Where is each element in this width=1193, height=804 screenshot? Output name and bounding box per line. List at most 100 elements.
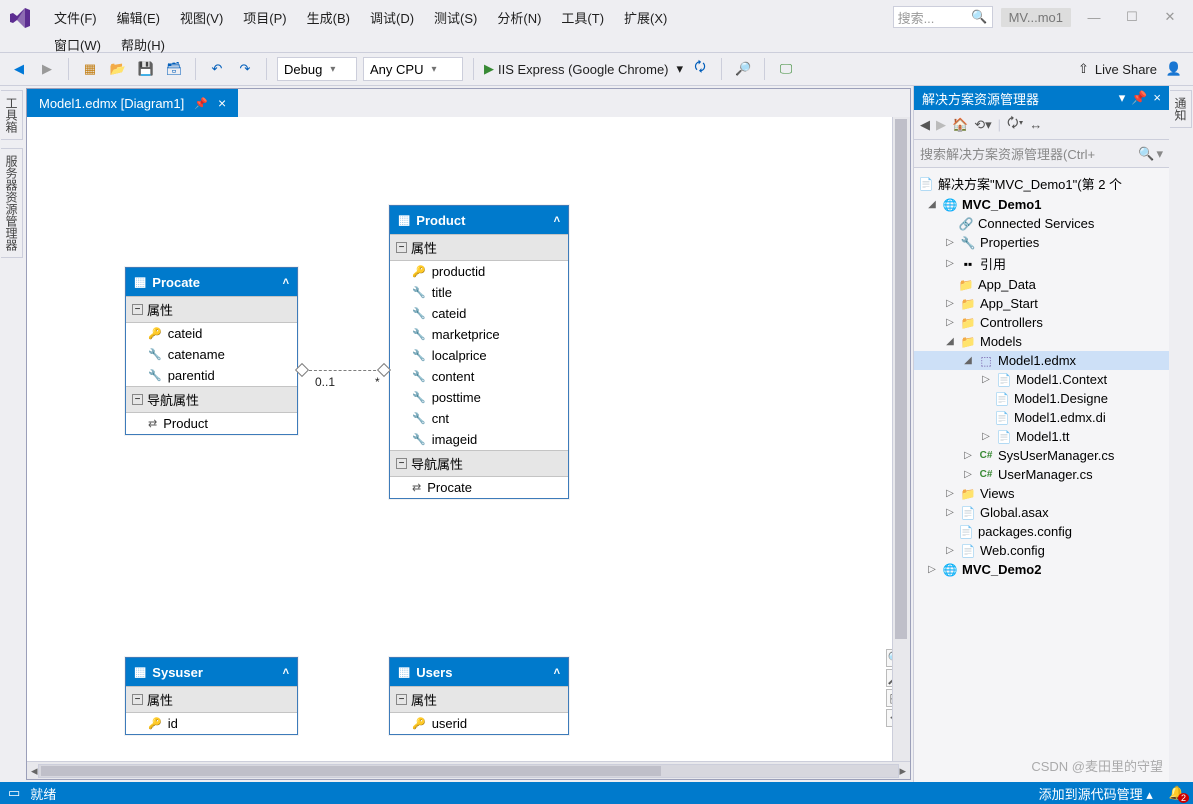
tree-solution-root[interactable]: 📄解决方案"MVC_Demo1"(第 2 个 [914, 172, 1169, 195]
entity-product[interactable]: ▦Product˄ −属性 🔑productid 🔧title 🔧cateid … [389, 205, 569, 499]
entity-users[interactable]: ▦Users˄ −属性 🔑userid [389, 657, 569, 735]
solution-tree[interactable]: 📄解决方案"MVC_Demo1"(第 2 个 ◢🌐MVC_Demo1 🔗Conn… [914, 168, 1169, 782]
toggle-icon[interactable]: − [132, 694, 143, 705]
display-button[interactable]: 🖵 [775, 58, 797, 80]
toggle-icon[interactable]: − [396, 242, 407, 253]
tree-views[interactable]: ▷📁Views [914, 484, 1169, 503]
diagram-canvas[interactable]: ▦Procate˄ −属性 🔑cateid 🔧catename 🔧parenti… [27, 117, 910, 761]
menu-view[interactable]: 视图(V) [170, 4, 233, 31]
nav-forward-button[interactable]: ▶ [36, 58, 58, 80]
tree-sysusermanager[interactable]: ▷C#SysUserManager.cs [914, 446, 1169, 465]
pin-icon[interactable]: 📌 [194, 97, 208, 110]
menu-extensions[interactable]: 扩展(X) [614, 4, 677, 31]
close-icon[interactable]: × [1153, 90, 1161, 106]
live-share-button[interactable]: ⇧Live Share [1078, 61, 1157, 77]
notifications-tab[interactable]: 通知 [1170, 90, 1192, 128]
tree-properties[interactable]: ▷🔧Properties [914, 233, 1169, 252]
dropdown-icon[interactable]: ▾ [1119, 90, 1126, 106]
prop-name: productid [432, 264, 485, 279]
tree-packages-config[interactable]: 📄packages.config [914, 522, 1169, 541]
undo-button[interactable]: ↶ [206, 58, 228, 80]
tab-close-icon[interactable]: × [218, 95, 226, 111]
tree-models[interactable]: ◢📁Models [914, 332, 1169, 351]
toggle-icon[interactable]: − [396, 694, 407, 705]
tree-label: SysUserManager.cs [998, 448, 1114, 463]
menu-edit[interactable]: 编辑(E) [107, 4, 170, 31]
source-control-status[interactable]: 添加到源代码管理 ▴ [1039, 784, 1153, 803]
entity-procate[interactable]: ▦Procate˄ −属性 🔑cateid 🔧catename 🔧parenti… [125, 267, 298, 435]
forward-button[interactable]: ▶ [936, 117, 946, 133]
panel-header[interactable]: 解决方案资源管理器 ▾📌× [914, 86, 1169, 110]
tree-label: Properties [980, 235, 1039, 250]
entity-sysuser[interactable]: ▦Sysuser˄ −属性 🔑id [125, 657, 298, 735]
tree-model1-diagram[interactable]: 📄Model1.edmx.di [914, 408, 1169, 427]
tree-appdata[interactable]: 📁App_Data [914, 275, 1169, 294]
minimize-button[interactable]: — [1079, 10, 1109, 25]
horizontal-scrollbar[interactable]: ◂▸ [27, 761, 910, 779]
server-explorer-tab[interactable]: 服务器资源管理器 [1, 148, 23, 258]
tree-appstart[interactable]: ▷📁App_Start [914, 294, 1169, 313]
association-line[interactable] [309, 370, 381, 371]
menu-tools[interactable]: 工具(T) [551, 4, 614, 31]
tree-model1-tt[interactable]: ▷📄Model1.tt [914, 427, 1169, 446]
collapse-icon[interactable]: ˄ [554, 666, 560, 678]
tree-project-1[interactable]: ◢🌐MVC_Demo1 [914, 195, 1169, 214]
tree-model1-context[interactable]: ▷📄Model1.Context [914, 370, 1169, 389]
home-button[interactable]: 🏠 [952, 117, 968, 133]
tree-usermanager[interactable]: ▷C#UserManager.cs [914, 465, 1169, 484]
refresh-button[interactable]: 🗘▾ [1007, 114, 1023, 136]
menu-project[interactable]: 项目(P) [233, 4, 296, 31]
collapse-icon[interactable]: ˄ [283, 276, 289, 288]
tree-web-config[interactable]: ▷📄Web.config [914, 541, 1169, 560]
tree-model1-designer[interactable]: 📄Model1.Designe [914, 389, 1169, 408]
collapse-icon[interactable]: ˄ [554, 214, 560, 226]
close-button[interactable]: ✕ [1155, 9, 1185, 25]
tree-label: MVC_Demo1 [962, 197, 1041, 212]
platform-value: Any CPU [370, 62, 423, 77]
quick-search[interactable]: 搜索...🔍 [893, 6, 993, 28]
tree-connected-services[interactable]: 🔗Connected Services [914, 214, 1169, 233]
toolbox-tab[interactable]: 工具箱 [1, 90, 23, 140]
menu-file[interactable]: 文件(F) [44, 4, 107, 31]
document-tab-model1[interactable]: Model1.edmx [Diagram1] 📌 × [27, 89, 238, 117]
vertical-scrollbar[interactable] [892, 117, 910, 761]
collapse-all-button[interactable]: ↔ [1029, 117, 1042, 132]
sync-button[interactable]: ⟲▾ [974, 117, 991, 133]
toggle-icon[interactable]: − [396, 458, 407, 469]
menu-help[interactable]: 帮助(H) [111, 31, 175, 58]
new-project-button[interactable]: ▦ [79, 58, 101, 80]
menu-test[interactable]: 测试(S) [424, 4, 487, 31]
notification-badge[interactable]: 🔔2 [1169, 785, 1185, 801]
menu-analyze[interactable]: 分析(N) [487, 4, 551, 31]
tree-global-asax[interactable]: ▷📄Global.asax [914, 503, 1169, 522]
back-button[interactable]: ◀ [920, 117, 930, 133]
nav-back-button[interactable]: ◀ [8, 58, 30, 80]
tree-model1-edmx[interactable]: ◢⬚Model1.edmx [914, 351, 1169, 370]
account-button[interactable]: 👤 [1163, 58, 1185, 80]
entity-icon: ▦ [398, 212, 410, 228]
save-all-button[interactable]: 🗃 [163, 58, 185, 80]
solution-search[interactable]: 搜索解决方案资源管理器(Ctrl+ 🔍▾ [914, 140, 1169, 168]
configuration-selector[interactable]: Debug▾ [277, 57, 357, 81]
collapse-icon[interactable]: ˄ [283, 666, 289, 678]
redo-button[interactable]: ↷ [234, 58, 256, 80]
save-button[interactable]: 💾 [135, 58, 157, 80]
tree-project-2[interactable]: ▷🌐MVC_Demo2 [914, 560, 1169, 579]
start-debugging-button[interactable]: ▶IIS Express (Google Chrome)▾ [484, 61, 683, 77]
key-icon: 🔑 [148, 717, 162, 730]
menu-build[interactable]: 生成(B) [297, 4, 360, 31]
tree-references[interactable]: ▷▪▪引用 [914, 252, 1169, 275]
find-button[interactable]: 🔎 [732, 58, 754, 80]
toggle-icon[interactable]: − [132, 304, 143, 315]
tree-label: 引用 [980, 254, 1006, 273]
window-icon: ▭ [8, 785, 20, 801]
menu-debug[interactable]: 调试(D) [360, 4, 424, 31]
menu-window[interactable]: 窗口(W) [44, 31, 111, 58]
tree-controllers[interactable]: ▷📁Controllers [914, 313, 1169, 332]
pin-icon[interactable]: 📌 [1131, 90, 1147, 106]
refresh-button[interactable]: 🗘 [689, 58, 711, 80]
platform-selector[interactable]: Any CPU▾ [363, 57, 463, 81]
toggle-icon[interactable]: − [132, 394, 143, 405]
open-file-button[interactable]: 📂 [107, 58, 129, 80]
maximize-button[interactable]: ☐ [1117, 9, 1147, 25]
